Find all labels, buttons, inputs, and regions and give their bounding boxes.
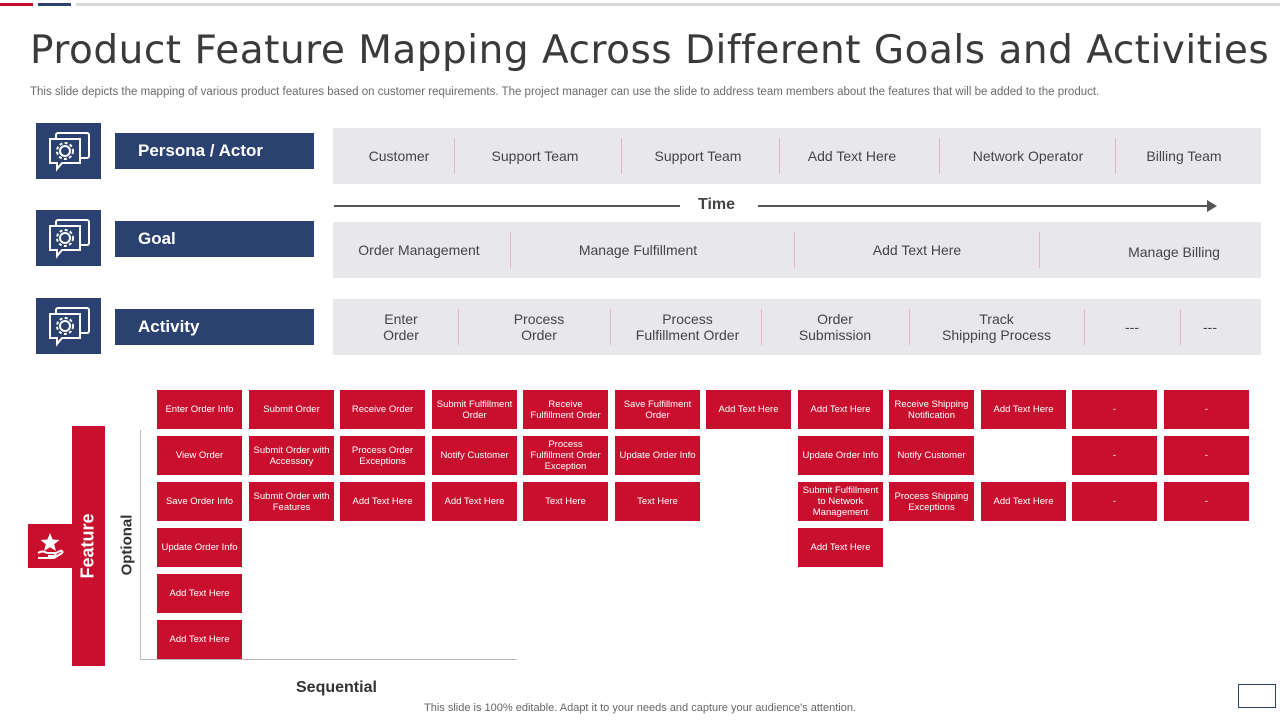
feature-card: Receive Fulfillment Order: [523, 390, 608, 429]
feature-card: -: [1072, 482, 1157, 521]
top-accent-line: [76, 3, 1280, 6]
feature-card: Text Here: [523, 482, 608, 521]
activity-band: Enter Order Process Order Process Fulfil…: [333, 299, 1261, 355]
feature-card: Submit Order with Features: [249, 482, 334, 521]
hand-star-icon: [28, 524, 72, 568]
persona-label: Persona / Actor: [115, 133, 314, 169]
activity-cell: ---: [1125, 319, 1139, 335]
activity-gear-chat-icon: [36, 298, 101, 354]
goal-cell: Order Management: [358, 242, 480, 258]
goal-cell: Manage Billing: [1128, 244, 1220, 260]
feature-card: View Order: [157, 436, 242, 475]
persona-gear-chat-icon: [36, 123, 101, 179]
feature-card: Add Text Here: [706, 390, 791, 429]
page-title: Product Feature Mapping Across Different…: [30, 28, 1270, 73]
feature-card: -: [1072, 436, 1157, 475]
persona-cell: Support Team: [491, 148, 579, 164]
persona-cell: Support Team: [654, 148, 742, 164]
activity-label: Activity: [115, 309, 314, 345]
sequential-axis: [140, 659, 517, 660]
goal-gear-chat-icon: [36, 210, 101, 266]
top-accent-red: [0, 3, 33, 6]
feature-card: Update Order Info: [157, 528, 242, 567]
feature-card: Save Fulfillment Order: [615, 390, 700, 429]
feature-card: Process Fulfillment Order Exception: [523, 436, 608, 475]
feature-card: Submit Order with Accessory: [249, 436, 334, 475]
activity-cell: Order Submission: [798, 311, 872, 343]
feature-card: Add Text Here: [157, 620, 242, 659]
optional-axis: [140, 430, 141, 660]
persona-cell: Customer: [368, 148, 430, 164]
goal-cell: Add Text Here: [872, 242, 962, 258]
feature-card: Notify Customer: [432, 436, 517, 475]
activity-cell: Track Shipping Process: [942, 311, 1051, 343]
goal-cell: Manage Fulfillment: [578, 242, 698, 258]
feature-card: Receive Order: [340, 390, 425, 429]
sequential-axis-label: Sequential: [296, 679, 377, 696]
feature-card: -: [1164, 482, 1249, 521]
feature-card: Update Order Info: [615, 436, 700, 475]
activity-cell: Process Fulfillment Order: [635, 311, 740, 343]
persona-cell: Network Operator: [972, 148, 1084, 164]
slide-corner-box: [1238, 684, 1276, 708]
feature-card: Process Order Exceptions: [340, 436, 425, 475]
footer-note: This slide is 100% editable. Adapt it to…: [424, 702, 856, 714]
feature-label: Feature: [77, 513, 98, 579]
feature-card: -: [1072, 390, 1157, 429]
feature-card: Add Text Here: [157, 574, 242, 613]
time-label: Time: [698, 196, 736, 213]
feature-card: Enter Order Info: [157, 390, 242, 429]
activity-cell: Enter Order: [383, 311, 419, 343]
feature-card: Add Text Here: [981, 482, 1066, 521]
feature-card: Submit Fulfillment to Network Management: [798, 482, 883, 521]
feature-card: Text Here: [615, 482, 700, 521]
top-accent-blue: [38, 3, 71, 6]
time-arrowhead-icon: [1207, 200, 1217, 212]
persona-cell: Billing Team: [1146, 148, 1222, 164]
feature-card: Add Text Here: [432, 482, 517, 521]
time-line: [758, 205, 1210, 207]
feature-card: Add Text Here: [340, 482, 425, 521]
feature-card: Notify Customer: [889, 436, 974, 475]
feature-card: Add Text Here: [798, 528, 883, 567]
feature-card: Add Text Here: [798, 390, 883, 429]
feature-card: Process Shipping Exceptions: [889, 482, 974, 521]
feature-card: Receive Shipping Notification: [889, 390, 974, 429]
separator: [458, 309, 459, 345]
separator: [454, 138, 455, 174]
feature-card: Add Text Here: [981, 390, 1066, 429]
activity-cell: ---: [1203, 319, 1217, 335]
goal-label: Goal: [115, 221, 314, 257]
persona-band: Customer Support Team Support Team Add T…: [333, 128, 1261, 184]
goal-band: Order Management Manage Fulfillment Add …: [333, 222, 1261, 278]
feature-card: Submit Fulfillment Order: [432, 390, 517, 429]
feature-card: Submit Order: [249, 390, 334, 429]
optional-axis-label: Optional: [118, 514, 136, 576]
feature-card: Update Order Info: [798, 436, 883, 475]
feature-card: -: [1164, 390, 1249, 429]
time-line: [334, 205, 680, 207]
feature-card: Save Order Info: [157, 482, 242, 521]
page-subtitle: This slide depicts the mapping of variou…: [30, 86, 1100, 98]
separator: [621, 138, 622, 174]
persona-cell: Add Text Here: [807, 148, 897, 164]
feature-card: -: [1164, 436, 1249, 475]
activity-cell: Process Order: [513, 311, 565, 343]
